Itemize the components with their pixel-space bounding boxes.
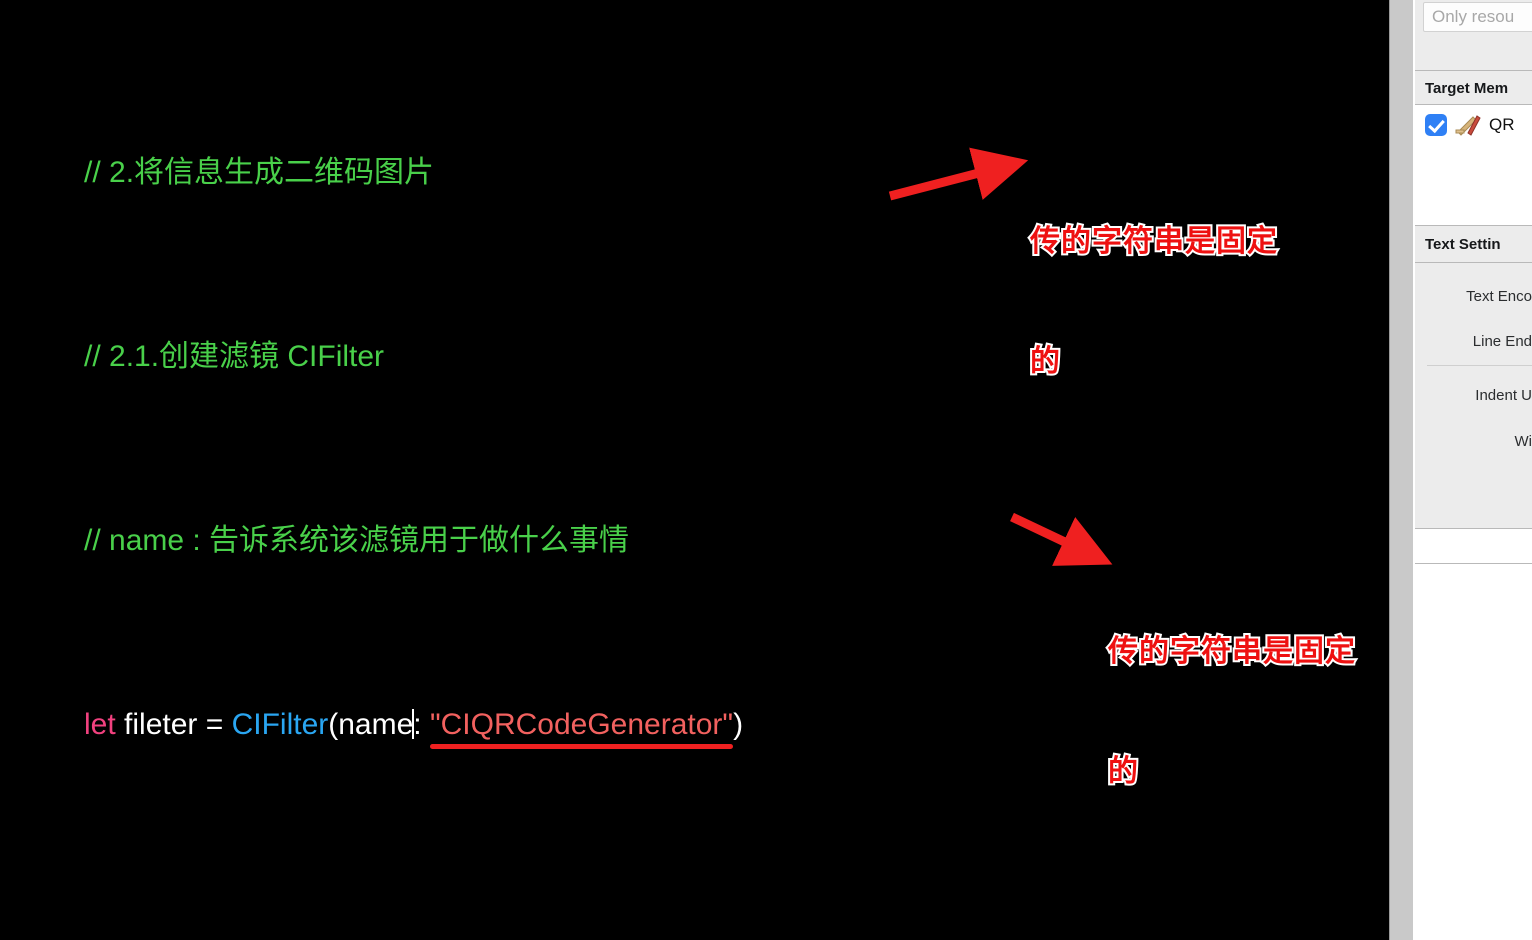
- indent-using-label: Indent U: [1475, 387, 1532, 404]
- type-cifilter: CIFilter: [231, 708, 329, 741]
- inspector-empty-area: [1415, 529, 1532, 940]
- target-membership-checkbox[interactable]: [1425, 114, 1447, 136]
- inspector-splitter[interactable]: [1389, 0, 1413, 940]
- divider: [1415, 262, 1532, 263]
- target-membership-row[interactable]: QR: [1425, 113, 1515, 137]
- annotation-label-1: 传的字符串是固定 的: [1028, 142, 1279, 462]
- line-endings-label: Line End: [1472, 333, 1532, 350]
- file-inspector-panel: Only resou Target Mem QR Text Settin Tex…: [1413, 0, 1532, 940]
- close-paren: ): [733, 708, 744, 741]
- keyword-let: let: [84, 708, 116, 741]
- xcode-hammer-icon: [1455, 115, 1481, 136]
- quote-open: ": [429, 708, 441, 741]
- divider: [1415, 70, 1532, 71]
- divider: [1427, 365, 1532, 366]
- text-encoding-label: Text Enco: [1466, 288, 1532, 305]
- text-settings-header: Text Settin: [1425, 236, 1501, 253]
- annotation-label-2: 传的字符串是固定 的: [1106, 552, 1357, 872]
- quote-close: ": [722, 708, 734, 741]
- code-editor[interactable]: // 2.将信息生成二维码图片 // 2.1.创建滤镜 CIFilter // …: [0, 0, 1389, 940]
- string-text: CIQRCodeGenerator: [440, 708, 723, 741]
- resource-filter-input[interactable]: Only resou: [1423, 2, 1532, 32]
- annotation-line-1: 传的字符串是固定: [1028, 223, 1279, 260]
- divider: [1415, 563, 1532, 564]
- annotation-line-1: 传的字符串是固定: [1106, 633, 1357, 670]
- comment-token: // name : 告诉系统该滤镜用于做什么事情: [84, 524, 630, 557]
- target-name-label: QR: [1489, 115, 1515, 134]
- xcode-window: // 2.将信息生成二维码图片 // 2.1.创建滤镜 CIFilter // …: [0, 0, 1532, 940]
- resource-filter-placeholder: Only resou: [1432, 7, 1515, 26]
- comment-token: // 2.1.创建滤镜 CIFilter: [84, 340, 385, 373]
- string-literal-qr-generator: "CIQRCodeGenerator": [430, 708, 733, 741]
- annotation-line-2: 的: [1028, 343, 1062, 380]
- widths-label: Wi: [1514, 433, 1532, 450]
- identifier-fileter: fileter =: [115, 708, 232, 741]
- arg-label-name: (name: [328, 708, 414, 741]
- target-membership-header: Target Mem: [1425, 80, 1509, 97]
- comment-token: // 2.将信息生成二维码图片: [84, 156, 435, 189]
- colon-separator: :: [413, 708, 430, 741]
- divider: [1415, 225, 1532, 226]
- annotation-line-2: 的: [1106, 753, 1140, 790]
